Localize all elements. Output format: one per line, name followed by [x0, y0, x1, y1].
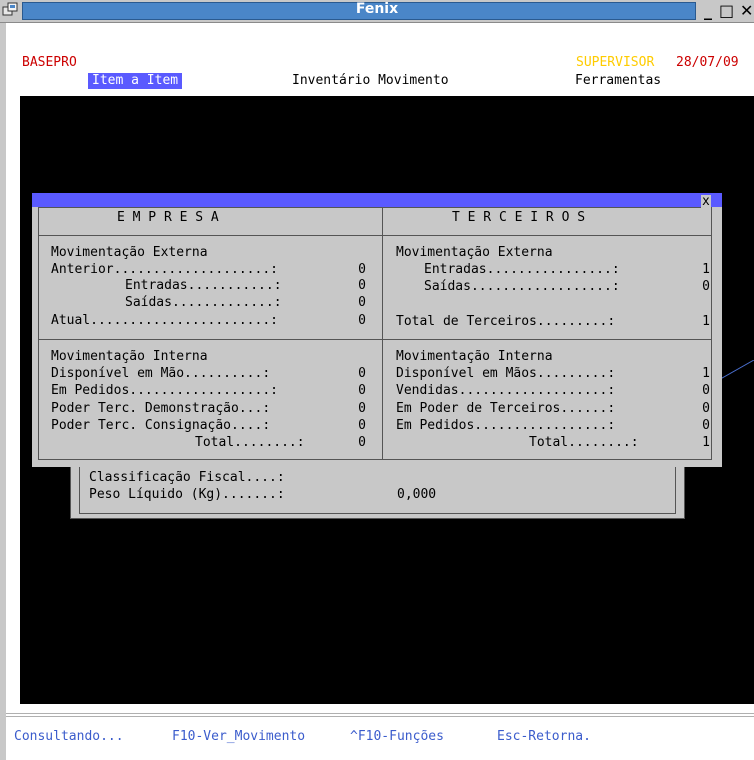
terceiros-entradas-value: 1 [702, 262, 710, 277]
footer-esc-retorna[interactable]: Esc-Retorna. [497, 730, 591, 743]
terceiros-vendidas-value: 0 [702, 383, 710, 398]
terceiros-pedidos-value: 0 [702, 418, 710, 433]
terceiros-entradas-label: Entradas................: [424, 262, 620, 277]
section-divider [38, 339, 712, 340]
terceiros-poder-value: 0 [702, 401, 710, 416]
terceiros-disponivel-value: 1 [702, 366, 710, 381]
empresa-anterior-label: Anterior....................: [51, 262, 278, 277]
menu-item-inventario-movimento[interactable]: Inventário Movimento [292, 74, 449, 87]
terceiros-header: T E R C E I R O S [452, 210, 586, 225]
terceiros-total-label-int: Total........: [529, 435, 639, 450]
terceiros-pedidos-label: Em Pedidos.................: [396, 418, 616, 433]
empresa-entradas-value: 0 [358, 278, 366, 293]
terceiros-total-value: 1 [702, 435, 710, 450]
empresa-total-value: 0 [358, 435, 366, 450]
window-titlebar[interactable]: Fenix _ □ ✕ [0, 0, 754, 23]
empresa-pedidos-label: Em Pedidos..................: [51, 383, 278, 398]
empresa-disponivel-label: Disponível em Mão..........: [51, 366, 271, 381]
empresa-atual-value: 0 [358, 313, 366, 328]
terceiros-disponivel-label: Disponível em Mãos.........: [396, 366, 616, 381]
empresa-ext-title: Movimentação Externa [51, 245, 208, 260]
empresa-entradas-label: Entradas...........: [125, 278, 282, 293]
user-name: SUPERVISOR [576, 55, 655, 70]
header-divider [38, 235, 712, 236]
menu-item-ferramentas[interactable]: Ferramentas [575, 74, 661, 87]
empresa-consignacao-value: 0 [358, 418, 366, 433]
empresa-demonstracao-value: 0 [358, 401, 366, 416]
peso-liquido-label: Peso Líquido (Kg).......: [89, 487, 285, 502]
classificacao-fiscal-label: Classificação Fiscal....: [89, 470, 285, 485]
empresa-total-label: Total........: [195, 435, 305, 450]
peso-liquido-value: 0,000 [397, 487, 437, 502]
empresa-pedidos-value: 0 [358, 383, 366, 398]
store-name: Loja MATRIZ [328, 55, 415, 70]
menu-item-item-a-item[interactable]: Item a Item [88, 73, 183, 89]
current-date: 28/07/09 [676, 55, 739, 70]
empresa-disponivel-value: 0 [358, 366, 366, 381]
terceiros-total-label: Total de Terceiros.........: [396, 314, 616, 329]
empresa-header: E M P R E S A [117, 210, 219, 225]
column-divider [382, 207, 383, 460]
terceiros-poder-label: Em Poder de Terceiros......: [396, 401, 616, 416]
empresa-demonstracao-label: Poder Terc. Demonstração...: [51, 401, 271, 416]
close-window-button[interactable]: ✕ [740, 1, 753, 20]
empresa-saidas-label: Saídas.............: [125, 295, 282, 310]
footer-separator [6, 713, 754, 714]
dialog-close-button[interactable]: x [701, 195, 711, 208]
window-title: Fenix [355, 1, 399, 17]
maximize-button[interactable]: □ [719, 1, 734, 20]
footer-f10-ver-movimento[interactable]: F10-Ver_Movimento [172, 730, 305, 743]
empresa-int-title: Movimentação Interna [51, 349, 208, 364]
company-name: BASEPRO [22, 55, 77, 70]
empresa-consignacao-label: Poder Terc. Consignação....: [51, 418, 271, 433]
footer-separator-2 [6, 716, 754, 717]
footer-ctrl-f10-funcoes[interactable]: ^F10-Funções [350, 730, 444, 743]
terceiros-vendidas-label: Vendidas...................: [396, 383, 616, 398]
terceiros-saidas-value: 0 [702, 279, 710, 294]
empresa-saidas-value: 0 [358, 295, 366, 310]
terceiros-saidas-label: Saídas..................: [424, 279, 620, 294]
dialog-header-bar [32, 193, 722, 207]
terceiros-ext-title: Movimentação Externa [396, 245, 553, 260]
minimize-button[interactable]: _ [704, 1, 712, 20]
terceiros-total-terceiros-value: 1 [702, 314, 710, 329]
empresa-atual-label: Atual.......................: [51, 313, 278, 328]
terceiros-int-title: Movimentação Interna [396, 349, 553, 364]
footer-status: Consultando... [14, 729, 124, 744]
empresa-anterior-value: 0 [358, 262, 366, 277]
